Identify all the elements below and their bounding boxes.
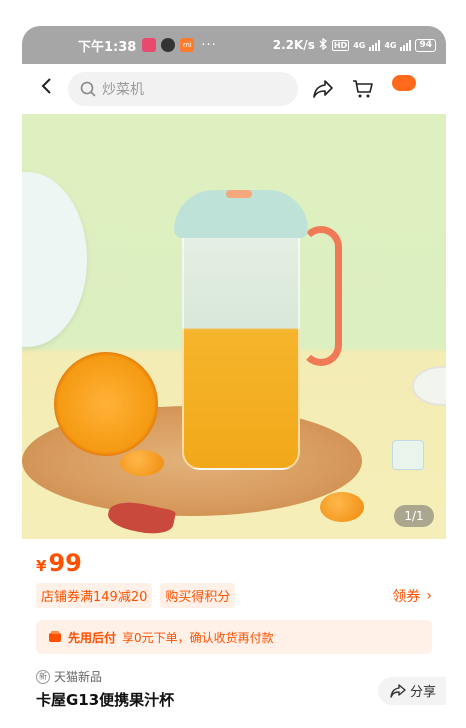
- claim-coupon-label: 领券: [392, 588, 421, 605]
- battery-icon: 94: [415, 38, 436, 52]
- price-row: ¥ 99: [22, 539, 446, 577]
- product-image-gallery[interactable]: 1/1: [22, 114, 446, 539]
- bluetooth-icon: [319, 37, 328, 53]
- status-bar: 下午1:38 mi ··· 2.2K/s HD 4G 4G 94: [22, 26, 446, 64]
- product-title-row: 卡屋G13便携果汁杯 分享: [22, 676, 446, 710]
- pay-later-title: 先用后付: [68, 630, 117, 645]
- mi-notification-icon: mi: [180, 38, 195, 52]
- share-icon: [390, 683, 406, 698]
- share-nav-button[interactable]: [308, 74, 338, 104]
- juicer-cup: [182, 232, 300, 470]
- app-notification-icon: [142, 38, 157, 52]
- hd-icon: HD: [331, 39, 350, 51]
- product-title: 卡屋G13便携果汁杯: [36, 691, 175, 709]
- search-icon: [80, 81, 96, 97]
- decor-plate-right: [412, 366, 446, 406]
- price-value: 99: [48, 549, 82, 577]
- qq-notification-icon: [161, 38, 176, 52]
- coupon-row: 店铺券满149减20 购买得积分 领券 ›: [22, 577, 446, 608]
- new-icon: 新: [36, 669, 50, 684]
- cup-strap: [300, 226, 342, 366]
- more-notifications-icon: ···: [201, 37, 217, 53]
- top-navbar: 炒菜机: [22, 64, 446, 114]
- price-currency: ¥: [36, 557, 47, 575]
- chevron-left-icon: [41, 78, 51, 94]
- pay-later-banner[interactable]: 先用后付 享0元下单，确认收货再付款: [36, 620, 432, 654]
- chevron-right-icon: ›: [426, 587, 432, 604]
- cart-icon: [353, 80, 373, 98]
- status-right: 2.2K/s HD 4G 4G 94: [272, 37, 436, 53]
- share-label: 分享: [409, 685, 436, 700]
- decor-plate: [22, 172, 87, 347]
- status-time: 下午1:38: [78, 39, 137, 55]
- juicer-button: [226, 190, 252, 198]
- orange-half: [54, 352, 158, 456]
- signal-icon-1: [369, 39, 381, 51]
- coupon-tag-store[interactable]: 店铺券满149减20: [36, 583, 153, 608]
- wallet-icon: [49, 631, 61, 642]
- search-placeholder: 炒菜机: [102, 82, 144, 98]
- image-pager: 1/1: [394, 505, 434, 527]
- back-button[interactable]: [34, 77, 58, 101]
- coupon-tag-points[interactable]: 购买得积分: [160, 583, 236, 608]
- claim-coupon-button[interactable]: 领券 ›: [392, 586, 432, 606]
- share-button[interactable]: 分享: [377, 676, 446, 705]
- more-menu-badge[interactable]: [392, 75, 416, 91]
- phone-screen: 下午1:38 mi ··· 2.2K/s HD 4G 4G 94 炒菜机 1/1…: [22, 26, 446, 728]
- network-speed: 2.2K/s: [272, 38, 315, 52]
- share-arrow-icon: [313, 80, 333, 98]
- pay-later-desc: 享0元下单，确认收货再付款: [122, 630, 274, 645]
- search-bar[interactable]: 炒菜机: [68, 72, 298, 106]
- signal-tag-1: 4G: [353, 40, 366, 50]
- tmall-new-label: 天猫新品: [54, 670, 103, 684]
- kumquat-2: [320, 492, 364, 522]
- ice-cube: [392, 440, 424, 470]
- kumquat-1: [120, 450, 164, 476]
- signal-icon-2: [400, 39, 412, 51]
- signal-tag-2: 4G: [384, 40, 397, 50]
- cart-button[interactable]: [348, 74, 378, 104]
